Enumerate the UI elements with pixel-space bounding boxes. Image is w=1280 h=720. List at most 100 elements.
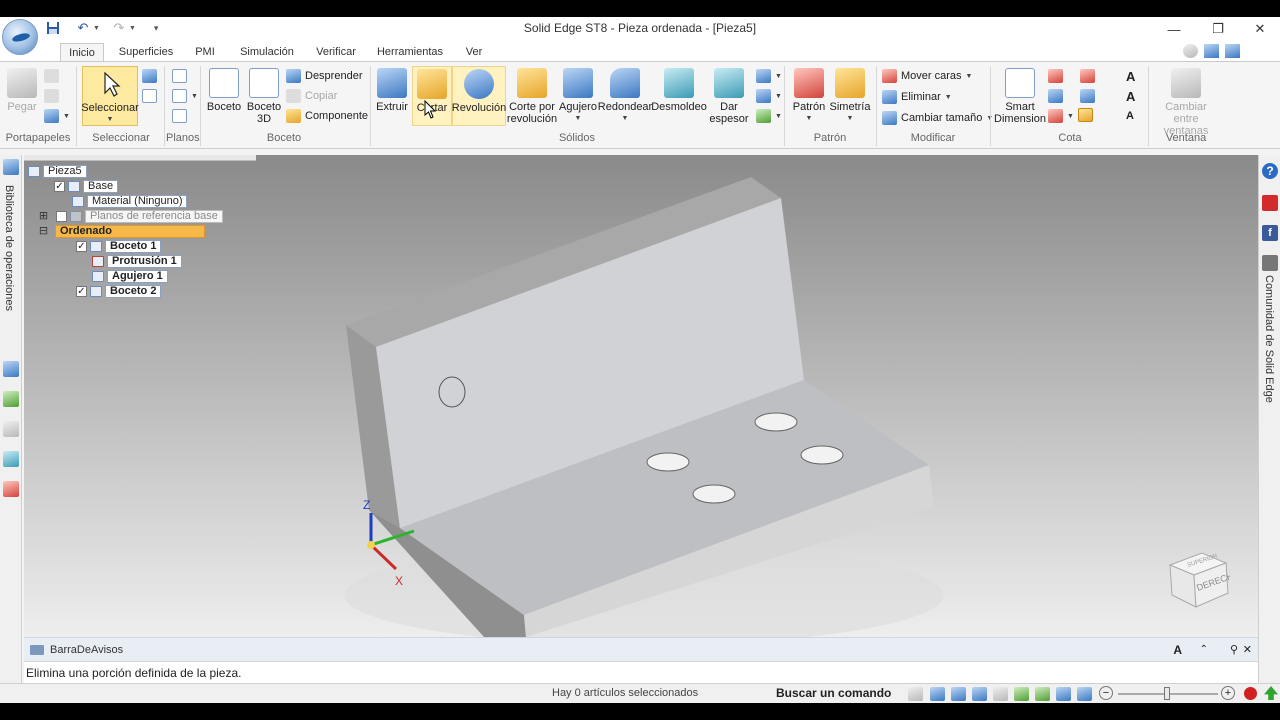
eliminar-button[interactable]: Eliminar ▼ <box>882 89 952 105</box>
view-orientation-icon[interactable] <box>1056 687 1071 701</box>
pan-icon[interactable] <box>993 687 1008 701</box>
tree-node-base[interactable]: ✓ Base <box>54 180 119 193</box>
ribbon-settings-icon[interactable] <box>1183 44 1198 58</box>
patron-button[interactable]: Patrón ▼ <box>788 68 830 125</box>
color-icon[interactable] <box>3 451 19 467</box>
plane-button-1[interactable] <box>172 68 187 84</box>
plane-button-3[interactable] <box>172 108 187 124</box>
feature-library-icon[interactable] <box>3 159 19 175</box>
dar-espesor-button[interactable]: Dar espesor <box>706 68 752 125</box>
minimize-icon[interactable]: — <box>1152 17 1196 41</box>
dim-tool-4[interactable] <box>1080 68 1095 84</box>
pathfinder-icon[interactable] <box>3 391 19 407</box>
cut-button[interactable] <box>44 68 59 84</box>
simetria-button[interactable]: Simetría ▼ <box>830 68 870 125</box>
pegar-button[interactable]: Pegar <box>4 68 40 113</box>
close-message-bar-icon[interactable]: ✕ <box>1243 643 1252 656</box>
solid-edge-logo[interactable] <box>2 19 38 55</box>
boceto2-checkbox[interactable]: ✓ <box>76 286 87 297</box>
sensor-icon[interactable] <box>3 421 19 437</box>
tab-inicio[interactable]: Inicio <box>60 43 104 62</box>
update-icon[interactable] <box>1264 686 1278 700</box>
zoom-slider[interactable] <box>1118 687 1218 700</box>
tab-verificar[interactable]: Verificar <box>312 43 360 62</box>
rotate-icon[interactable] <box>1014 687 1029 701</box>
tree-node-protrusion1[interactable]: Protrusión 1 <box>92 255 182 268</box>
tree-node-ordenado[interactable]: ⊟ Ordenado <box>38 225 205 238</box>
tab-ver[interactable]: Ver <box>462 43 486 62</box>
boceto-3d-button[interactable]: Boceto 3D <box>244 68 284 125</box>
tree-node-boceto1[interactable]: ✓ Boceto 1 <box>76 240 162 253</box>
base-checkbox[interactable]: ✓ <box>54 181 65 192</box>
collapse-up-icon[interactable]: ⌃ <box>1200 644 1208 655</box>
zoom-icon[interactable] <box>951 687 966 701</box>
boceto1-checkbox[interactable]: ✓ <box>76 241 87 252</box>
youtube-icon[interactable] <box>1262 195 1278 211</box>
community-icon[interactable] <box>1262 255 1278 271</box>
corte-revolucion-button[interactable]: Corte por revolución <box>506 68 558 125</box>
zoom-out-icon[interactable]: − <box>1099 686 1113 700</box>
part-model[interactable]: Z X <box>24 155 1258 637</box>
extruir-button[interactable]: Extruir <box>374 68 410 113</box>
pathfinder-header[interactable] <box>24 155 256 161</box>
command-search-label[interactable]: Buscar un comando <box>776 686 891 700</box>
view-tool-1-icon[interactable] <box>908 687 923 701</box>
text-tool-1[interactable]: A <box>1126 68 1135 84</box>
smart-dimension-button[interactable]: Smart Dimension <box>994 68 1046 125</box>
seleccionar-button[interactable]: Seleccionar ▼ <box>81 66 139 126</box>
font-size-icon[interactable]: A <box>1173 643 1182 657</box>
solids-more-3[interactable]: ▼ <box>756 108 782 124</box>
dim-tool-5[interactable] <box>1080 88 1095 104</box>
desmoldeo-button[interactable]: Desmoldeo <box>651 68 707 113</box>
tab-simulacion[interactable]: Simulación <box>236 43 298 62</box>
tree-node-boceto2[interactable]: ✓ Boceto 2 <box>76 285 162 298</box>
text-tool-2[interactable]: A <box>1126 88 1135 104</box>
dim-tool-1[interactable] <box>1048 68 1063 84</box>
family-icon[interactable] <box>3 481 19 497</box>
ribbon-layout-icon[interactable] <box>1204 44 1219 58</box>
close-icon[interactable]: ✕ <box>1238 17 1280 41</box>
dim-tool-2[interactable] <box>1048 88 1063 104</box>
select-tools-button[interactable] <box>142 88 157 104</box>
expand-icon[interactable]: ⊞ <box>38 211 49 222</box>
format-painter-button[interactable]: ▼ <box>44 108 70 124</box>
revolucion-button[interactable]: Revolución <box>452 66 506 126</box>
solids-more-1[interactable]: ▼ <box>756 68 782 84</box>
tab-herramientas[interactable]: Herramientas <box>376 43 444 62</box>
view-cube[interactable]: SUPERIOR DERECHA <box>1166 547 1230 611</box>
restore-icon[interactable]: ❐ <box>1196 17 1240 41</box>
collapse-icon[interactable]: ⊟ <box>38 226 49 237</box>
zoom-slider-thumb[interactable] <box>1164 687 1170 700</box>
copy-clip-button[interactable] <box>44 88 59 104</box>
display-style-icon[interactable] <box>1077 687 1092 701</box>
pin-icon[interactable]: ⚲ <box>1230 643 1238 656</box>
graphics-viewport[interactable]: Z X Pieza5 ✓ Base Material (Ninguno) ⊞ P… <box>24 155 1258 637</box>
text-tool-3[interactable]: A <box>1126 108 1134 124</box>
tree-node-planos[interactable]: ⊞ Planos de referencia base <box>38 210 223 223</box>
desprender-button[interactable]: Desprender <box>286 68 362 84</box>
componente-button[interactable]: Componente <box>286 108 368 124</box>
biblioteca-operaciones-tab[interactable]: Biblioteca de operaciones <box>3 185 15 311</box>
cambiar-tamano-button[interactable]: Cambiar tamaño▼ <box>882 110 993 126</box>
copiar-button[interactable]: Copiar <box>286 88 337 104</box>
filter-button[interactable] <box>142 68 157 84</box>
fit-icon[interactable] <box>972 687 987 701</box>
zoom-area-icon[interactable] <box>930 687 945 701</box>
record-icon[interactable] <box>1244 687 1257 700</box>
cambiar-ventanas-button[interactable]: Cambiar entre ventanas <box>1152 68 1220 137</box>
agujero-button[interactable]: Agujero ▼ <box>558 68 598 125</box>
facebook-icon[interactable]: f <box>1262 225 1278 241</box>
tree-node-root[interactable]: Pieza5 <box>28 165 87 178</box>
ribbon-minimize-icon[interactable] <box>1225 44 1240 58</box>
spin-icon[interactable] <box>1035 687 1050 701</box>
tree-node-agujero1[interactable]: Agujero 1 <box>92 270 168 283</box>
boceto-button[interactable]: Boceto <box>204 68 244 113</box>
dim-tool-3[interactable]: ▼ <box>1048 108 1074 124</box>
tab-pmi[interactable]: PMI <box>190 43 220 62</box>
zoom-in-icon[interactable]: + <box>1221 686 1235 700</box>
plane-button-2[interactable]: ▼ <box>172 88 198 104</box>
planos-checkbox[interactable] <box>56 211 67 222</box>
redondear-button[interactable]: Redondear ▼ <box>598 68 652 125</box>
solids-more-2[interactable]: ▼ <box>756 88 782 104</box>
mover-caras-button[interactable]: Mover caras ▼ <box>882 68 972 84</box>
